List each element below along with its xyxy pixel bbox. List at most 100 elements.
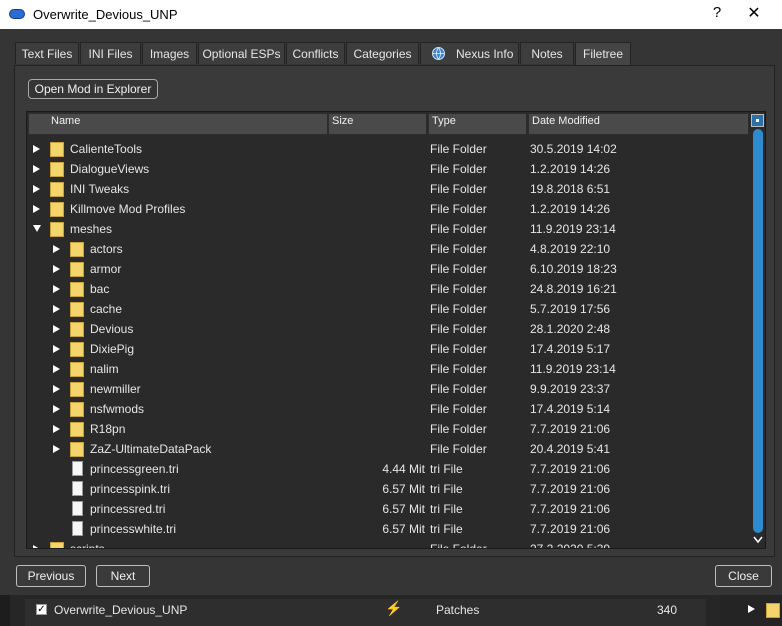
folder-icon	[50, 162, 64, 177]
mod-info-dialog: Text Files INI Files Images Optional ESP…	[0, 29, 782, 595]
tree-row[interactable]: meshes File Folder 11.9.2019 23:14	[27, 219, 749, 239]
tree-row[interactable]: actors File Folder 4.8.2019 22:10	[27, 239, 749, 259]
expand-arrow-icon[interactable]	[33, 185, 40, 193]
folder-icon	[766, 603, 780, 618]
column-header-size[interactable]: Size	[328, 113, 427, 135]
tree-row[interactable]: DialogueViews File Folder 1.2.2019 14:26	[27, 159, 749, 179]
row-name: cache	[90, 302, 123, 316]
tab-images[interactable]: Images	[142, 42, 197, 64]
row-date-modified: 5.7.2019 17:56	[530, 302, 611, 316]
tree-row[interactable]: princessgreen.tri 4.44 Mit tri File 7.7.201…	[27, 459, 749, 479]
tab-notes[interactable]: Notes	[520, 42, 574, 64]
row-name: bac	[90, 282, 110, 296]
folder-icon	[70, 342, 84, 357]
globe-icon	[432, 47, 445, 60]
expand-arrow-icon[interactable]	[53, 425, 60, 433]
tree-row[interactable]: Killmove Mod Profiles File Folder 1.2.2019…	[27, 199, 749, 219]
scroll-up-button[interactable]	[751, 114, 764, 127]
row-type: File Folder	[430, 202, 487, 216]
row-date-modified: 7.7.2019 21:06	[530, 462, 611, 476]
tree-row[interactable]: CalienteTools File Folder 30.5.2019 14:02	[27, 139, 749, 159]
row-name: DixiePig	[90, 342, 135, 356]
open-mod-in-explorer-button[interactable]: Open Mod in Explorer	[28, 79, 158, 99]
expand-arrow-icon[interactable]	[33, 205, 40, 213]
expand-arrow-icon[interactable]	[748, 605, 755, 613]
scroll-down-icon[interactable]	[753, 534, 763, 546]
background-mod-list: ✓ Overwrite_Devious_UNP ⚡ Patches 340	[0, 595, 782, 626]
tree-row[interactable]: INI Tweaks File Folder 19.8.2018 6:51	[27, 179, 749, 199]
column-label: Date Modified	[532, 115, 600, 127]
previous-button[interactable]: Previous	[16, 565, 86, 587]
column-header-type[interactable]: Type	[428, 113, 527, 135]
row-date-modified: 11.9.2019 23:14	[530, 362, 616, 376]
row-type: tri File	[430, 502, 463, 516]
tab-ini-files[interactable]: INI Files	[80, 42, 141, 64]
expand-arrow-icon[interactable]	[53, 245, 60, 253]
expand-arrow-icon[interactable]	[53, 365, 60, 373]
tab-nexus-info[interactable]: Nexus Info	[420, 42, 519, 64]
tree-row[interactable]: cache File Folder 5.7.2019 17:56	[27, 299, 749, 319]
row-date-modified: 7.7.2019 21:06	[530, 422, 611, 436]
tab-conflicts[interactable]: Conflicts	[286, 42, 345, 64]
tree-row[interactable]: Devious File Folder 28.1.2020 2:48	[27, 319, 749, 339]
column-header-date-modified[interactable]: Date Modified	[528, 113, 749, 135]
tab-text-files[interactable]: Text Files	[15, 42, 79, 64]
row-date-modified: 7.7.2019 21:06	[530, 502, 611, 516]
column-label: Size	[332, 115, 354, 127]
lightning-icon: ⚡	[385, 600, 403, 616]
tree-row[interactable]: nalim File Folder 11.9.2019 23:14	[27, 359, 749, 379]
row-name: nalim	[90, 362, 119, 376]
close-window-button[interactable]: ✕	[744, 3, 764, 23]
scrollbar-thumb[interactable]	[753, 129, 763, 533]
expand-arrow-icon[interactable]	[53, 285, 60, 293]
row-name: newmiller	[90, 382, 141, 396]
row-size: 4.44 Mit	[382, 462, 425, 476]
mod-category: Patches	[436, 603, 480, 617]
row-type: File Folder	[430, 322, 487, 336]
tree-row[interactable]: bac File Folder 24.8.2019 16:21	[27, 279, 749, 299]
tree-row[interactable]: scripts File Folder 27.2.2020 5:39	[27, 539, 749, 549]
tree-row[interactable]: DixiePig File Folder 17.4.2019 5:17	[27, 339, 749, 359]
row-date-modified: 11.9.2019 23:14	[530, 222, 616, 236]
expand-arrow-icon[interactable]	[53, 345, 60, 353]
folder-icon	[70, 442, 84, 457]
close-button[interactable]: Close	[715, 565, 772, 587]
row-type: File Folder	[430, 402, 487, 416]
tab-filetree[interactable]: Filetree	[575, 42, 631, 65]
tree-row[interactable]: nsfwmods File Folder 17.4.2019 5:14	[27, 399, 749, 419]
row-size: 6.57 Mit	[382, 502, 425, 516]
expand-arrow-icon[interactable]	[53, 445, 60, 453]
expand-arrow-icon[interactable]	[53, 405, 60, 413]
tab-categories[interactable]: Categories	[346, 42, 419, 64]
expand-arrow-icon[interactable]	[53, 385, 60, 393]
tree-row[interactable]: princessred.tri 6.57 Mit tri File 7.7.2019 …	[27, 499, 749, 519]
expand-arrow-icon[interactable]	[53, 305, 60, 313]
tree-row[interactable]: newmiller File Folder 9.9.2019 23:37	[27, 379, 749, 399]
expand-arrow-icon[interactable]	[33, 165, 40, 173]
collapse-arrow-icon[interactable]	[33, 225, 41, 232]
help-button[interactable]: ?	[707, 4, 727, 21]
tree-row[interactable]: princesswhite.tri 6.57 Mit tri File 7.7.201…	[27, 519, 749, 539]
window-title: Overwrite_Devious_UNP	[33, 7, 178, 22]
file-tree-view[interactable]: Name Size Type Date Modified CalienteToo…	[26, 111, 766, 549]
expand-arrow-icon[interactable]	[53, 265, 60, 273]
tree-row[interactable]: armor File Folder 6.10.2019 18:23	[27, 259, 749, 279]
tab-label: Text Files	[21, 47, 73, 61]
tree-row[interactable]: princesspink.tri 6.57 Mit tri File 7.7.2019…	[27, 479, 749, 499]
row-name: Devious	[90, 322, 134, 336]
tab-optional-esps[interactable]: Optional ESPs	[198, 42, 285, 64]
tab-label: INI Files	[88, 47, 133, 61]
expand-arrow-icon[interactable]	[53, 325, 60, 333]
row-type: tri File	[430, 482, 463, 496]
tree-row[interactable]: R18pn File Folder 7.7.2019 21:06	[27, 419, 749, 439]
mod-enabled-checkbox[interactable]: ✓	[36, 604, 47, 615]
column-header-name[interactable]: Name	[28, 113, 328, 135]
next-button[interactable]: Next	[96, 565, 150, 587]
row-name: actors	[90, 242, 123, 256]
expand-arrow-icon[interactable]	[33, 145, 40, 153]
row-size: 6.57 Mit	[382, 482, 425, 496]
row-type: File Folder	[430, 302, 487, 316]
expand-arrow-icon[interactable]	[33, 545, 40, 548]
row-name: scripts	[70, 542, 105, 549]
tree-row[interactable]: ZaZ-UltimateDataPack File Folder 20.4.2019…	[27, 439, 749, 459]
